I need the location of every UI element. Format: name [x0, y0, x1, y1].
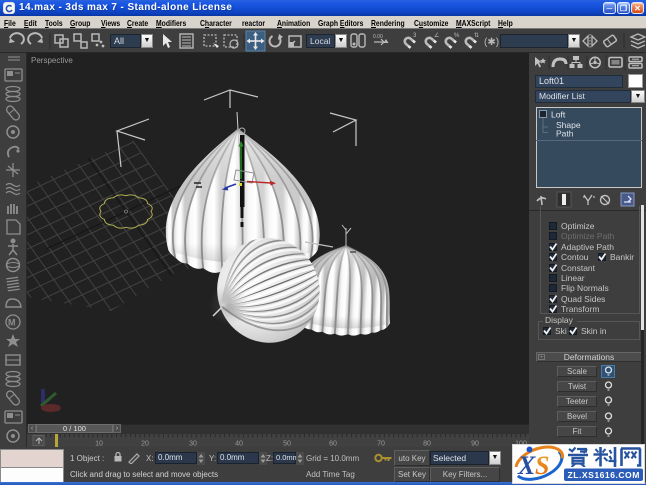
svg-text:⇅: ⇅: [474, 33, 479, 39]
svg-text:ZL.XS1616.COM: ZL.XS1616.COM: [568, 470, 640, 480]
svg-text:∠: ∠: [434, 32, 439, 39]
svg-text:Path: Path: [556, 129, 574, 139]
svg-text:(✱): (✱): [484, 37, 499, 48]
svg-text:S: S: [535, 451, 549, 480]
svg-text:%: %: [454, 33, 460, 39]
svg-text:X: X: [517, 451, 536, 480]
svg-text:3: 3: [413, 33, 417, 39]
svg-text:Loft: Loft: [551, 110, 566, 120]
svg-text:M: M: [8, 318, 16, 328]
